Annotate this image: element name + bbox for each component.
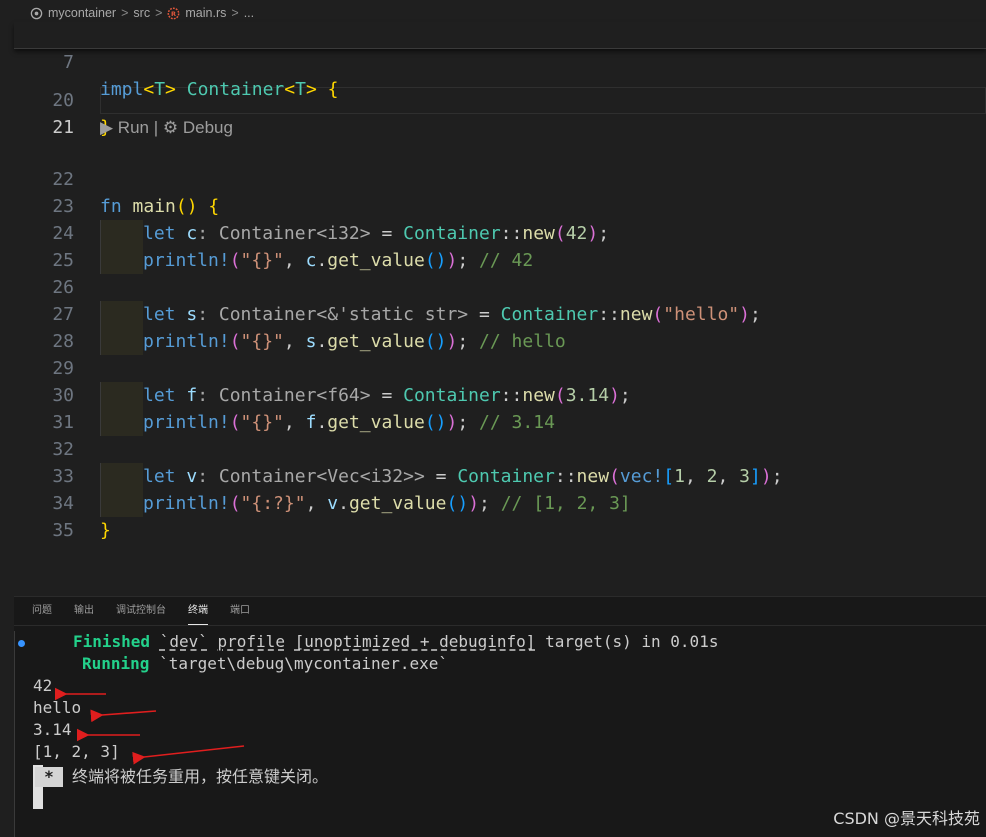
code-line[interactable]: 34 }	[14, 463, 986, 541]
breadcrumb-symbol-label: ...	[243, 6, 255, 20]
line-number: 7	[63, 52, 74, 73]
gear-icon: ⚙	[162, 118, 183, 137]
code-line[interactable]: 28	[14, 301, 986, 352]
code-line[interactable]: 24 println!("{}", c.get_value()); // 42	[14, 193, 986, 274]
code-text: }	[100, 520, 111, 541]
terminal-line-finished: Finished `dev` profile [unoptimized + de…	[73, 632, 719, 651]
breadcrumb-item-folder[interactable]: mycontainer	[30, 6, 116, 20]
code-line[interactable]: 30 println!("{}", f.get_value()); // 3.1…	[14, 355, 986, 436]
breadcrumb-src-label: src	[133, 6, 151, 20]
sticky-code: impl<T> Container<T> {	[100, 79, 339, 100]
code-lens: ▶ Run | ⚙ Debug	[100, 114, 233, 141]
terminal-output-line: [1, 2, 3]	[33, 742, 120, 761]
terminal-line-running: Running `target\debug\mycontainer.exe`	[82, 654, 449, 673]
panel-tabs: 问题 输出 调试控制台 终端 端口	[32, 603, 250, 625]
breadcrumb-folder-label: mycontainer	[48, 6, 117, 20]
code-line[interactable]: 27 println!("{}", s.get_value()); // hel…	[14, 274, 986, 355]
bottom-panel: 问题 输出 调试控制台 终端 端口 Finished `dev` profile…	[14, 596, 986, 837]
code-line[interactable]: 31	[14, 382, 986, 433]
run-action[interactable]: ▶ Run	[100, 118, 149, 137]
rust-file-icon: R	[167, 7, 180, 19]
code-editor[interactable]: 7 impl<T> Container<T> { 20 } 21 ▶ Run |…	[14, 22, 986, 582]
code-line[interactable]: 29 let f: Container<f64> = Container::ne…	[14, 328, 986, 409]
svg-text:R: R	[171, 10, 176, 18]
folder-target-icon	[30, 7, 43, 19]
code-line[interactable]: 26 let s: Container<&'static str> = Cont…	[14, 247, 986, 328]
task-reuse-message: 终端将被任务重用，按任意键关闭。	[72, 767, 329, 786]
panel-divider	[14, 625, 986, 626]
terminal-output-line: 3.14	[33, 720, 72, 739]
breadcrumb-separator: >	[155, 6, 163, 20]
debug-action[interactable]: ⚙ Debug	[163, 118, 233, 137]
tab-terminal[interactable]: 终端	[188, 603, 208, 625]
code-line[interactable]: 33 println!("{:?}", v.get_value()); // […	[14, 436, 986, 517]
lens-divider: |	[153, 118, 159, 137]
command-decoration-icon[interactable]	[18, 640, 25, 647]
line-number: 35	[52, 520, 74, 541]
tab-debug-console[interactable]: 调试控制台	[116, 603, 166, 625]
code-line[interactable]: 23 let c: Container<i32> = Container::ne…	[14, 166, 986, 247]
breadcrumb-file-label: main.rs	[185, 6, 227, 20]
code-line[interactable]: 32 let v: Container<Vec<i32>> = Containe…	[14, 409, 986, 490]
tab-ports[interactable]: 端口	[230, 603, 250, 625]
terminal-output-line: hello	[33, 698, 82, 717]
terminal-command-gutter	[14, 631, 22, 837]
tab-output[interactable]: 输出	[74, 603, 94, 625]
terminal-output-line: 42	[33, 676, 53, 695]
breadcrumb-separator: >	[231, 6, 239, 20]
breadcrumb-item-file[interactable]: R main.rs	[167, 6, 226, 20]
sticky-scroll-header[interactable]: 7 impl<T> Container<T> {	[14, 22, 986, 100]
code-line[interactable]: 22 fn main() {	[14, 139, 986, 217]
task-reuse-badge: *	[35, 767, 63, 787]
breadcrumb-item-src[interactable]: src	[133, 6, 150, 20]
breadcrumb-item-symbol[interactable]: ...	[244, 6, 254, 20]
tab-problems[interactable]: 问题	[32, 603, 52, 625]
breadcrumb-separator: >	[121, 6, 129, 20]
code-line[interactable]: 25	[14, 220, 986, 271]
code-line[interactable]: 35	[14, 490, 986, 541]
watermark: CSDN @景天科技苑	[833, 809, 980, 828]
play-icon: ▶	[100, 118, 118, 137]
